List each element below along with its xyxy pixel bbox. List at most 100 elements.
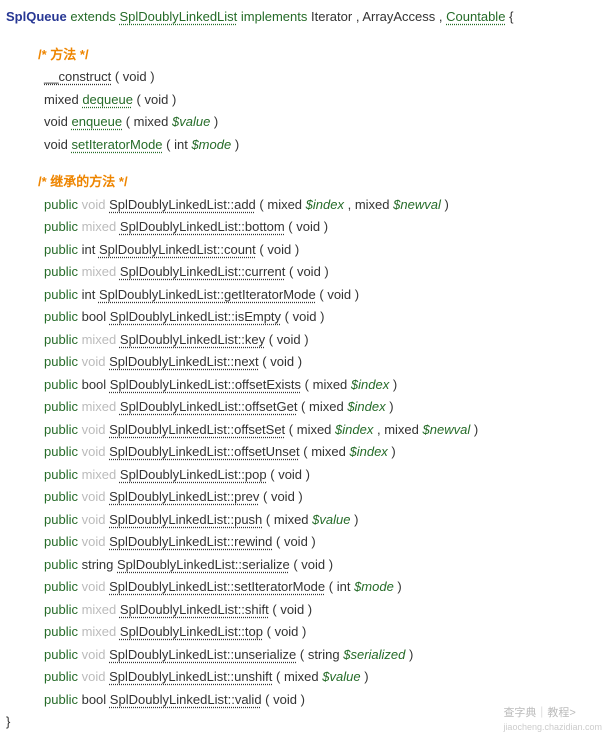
method-link[interactable]: SplDoublyLinkedList::current bbox=[120, 264, 285, 279]
method-params: ( void ) bbox=[256, 242, 299, 257]
class-name: SplQueue bbox=[6, 9, 67, 24]
method-params: ( void ) bbox=[267, 467, 310, 482]
visibility-keyword: public bbox=[44, 534, 78, 549]
methods-comment: /* 方法 */ bbox=[6, 45, 602, 65]
watermark: 查字典｜教程> jiaocheng.chazidian.com bbox=[503, 705, 602, 735]
inherited-method-row: public void SplDoublyLinkedList::offsetU… bbox=[6, 442, 602, 462]
method-link[interactable]: SplDoublyLinkedList::offsetExists bbox=[110, 377, 301, 392]
open-brace: { bbox=[509, 9, 513, 24]
visibility-keyword: public bbox=[44, 399, 78, 414]
method-link[interactable]: SplDoublyLinkedList::pop bbox=[120, 467, 267, 482]
method-params: ( void ) bbox=[265, 332, 308, 347]
method-params: ( mixed $value ) bbox=[272, 669, 368, 684]
inherited-method-row: public void SplDoublyLinkedList::unseria… bbox=[6, 645, 602, 665]
interface-iterator: Iterator bbox=[311, 9, 352, 24]
method-link[interactable]: SplDoublyLinkedList::offsetGet bbox=[120, 399, 298, 414]
method-params: ( void ) bbox=[285, 264, 328, 279]
method-link[interactable]: SplDoublyLinkedList::key bbox=[120, 332, 265, 347]
method-row: void setIteratorMode ( int $mode ) bbox=[6, 135, 602, 155]
method-link[interactable]: SplDoublyLinkedList::offsetSet bbox=[109, 422, 285, 437]
method-link[interactable]: SplDoublyLinkedList::unserialize bbox=[109, 647, 296, 662]
method-params: ( void ) bbox=[259, 489, 302, 504]
visibility-keyword: public bbox=[44, 467, 78, 482]
extends-keyword: extends bbox=[70, 9, 116, 24]
close-brace: } bbox=[6, 714, 10, 729]
return-type: int bbox=[82, 242, 96, 257]
return-type: mixed bbox=[82, 264, 117, 279]
inherited-comment: /* 继承的方法 */ bbox=[6, 172, 602, 192]
return-type: mixed bbox=[44, 92, 79, 107]
method-params: ( mixed $value ) bbox=[122, 114, 218, 129]
method-link[interactable]: SplDoublyLinkedList::setIteratorMode bbox=[109, 579, 325, 594]
return-type: void bbox=[82, 647, 106, 662]
method-params: ( int $mode ) bbox=[325, 579, 402, 594]
method-link[interactable]: SplDoublyLinkedList::offsetUnset bbox=[109, 444, 300, 459]
method-params: ( void ) bbox=[263, 624, 306, 639]
class-declaration: SplQueue extends SplDoublyLinkedList imp… bbox=[6, 7, 602, 27]
return-type: string bbox=[82, 557, 114, 572]
inherited-method-row: public mixed SplDoublyLinkedList::bottom… bbox=[6, 217, 602, 237]
visibility-keyword: public bbox=[44, 197, 78, 212]
return-type: mixed bbox=[82, 467, 117, 482]
method-params: ( mixed $value ) bbox=[262, 512, 358, 527]
method-link[interactable]: __construct bbox=[44, 69, 111, 84]
method-link[interactable]: SplDoublyLinkedList::push bbox=[109, 512, 262, 527]
return-type: void bbox=[82, 534, 106, 549]
method-link[interactable]: SplDoublyLinkedList::valid bbox=[110, 692, 262, 707]
visibility-keyword: public bbox=[44, 647, 78, 662]
method-link[interactable]: SplDoublyLinkedList::rewind bbox=[109, 534, 272, 549]
return-type: void bbox=[82, 669, 106, 684]
method-link[interactable]: SplDoublyLinkedList::shift bbox=[120, 602, 269, 617]
method-row: __construct ( void ) bbox=[6, 67, 602, 87]
visibility-keyword: public bbox=[44, 692, 78, 707]
method-link[interactable]: SplDoublyLinkedList::bottom bbox=[120, 219, 285, 234]
interface-countable-link[interactable]: Countable bbox=[446, 9, 505, 24]
method-link[interactable]: SplDoublyLinkedList::next bbox=[109, 354, 259, 369]
visibility-keyword: public bbox=[44, 579, 78, 594]
method-params: ( mixed $index , mixed $newval ) bbox=[285, 422, 478, 437]
return-type: mixed bbox=[82, 219, 117, 234]
method-link[interactable]: dequeue bbox=[82, 92, 133, 107]
method-link[interactable]: SplDoublyLinkedList::unshift bbox=[109, 669, 272, 684]
parent-class-link[interactable]: SplDoublyLinkedList bbox=[119, 9, 237, 24]
method-params: ( mixed $index ) bbox=[301, 377, 397, 392]
method-params: ( mixed $index ) bbox=[300, 444, 396, 459]
return-type: void bbox=[82, 422, 106, 437]
method-link[interactable]: SplDoublyLinkedList::getIteratorMode bbox=[99, 287, 316, 302]
return-type: void bbox=[82, 489, 106, 504]
inherited-method-row: public void SplDoublyLinkedList::prev ( … bbox=[6, 487, 602, 507]
method-params: ( void ) bbox=[316, 287, 359, 302]
return-type: void bbox=[82, 197, 106, 212]
method-link[interactable]: SplDoublyLinkedList::serialize bbox=[117, 557, 290, 572]
method-params: ( void ) bbox=[290, 557, 333, 572]
method-link[interactable]: setIteratorMode bbox=[71, 137, 162, 152]
method-link[interactable]: SplDoublyLinkedList::add bbox=[109, 197, 256, 212]
return-type: bool bbox=[82, 377, 107, 392]
visibility-keyword: public bbox=[44, 377, 78, 392]
inherited-method-row: public void SplDoublyLinkedList::add ( m… bbox=[6, 195, 602, 215]
inherited-method-row: public int SplDoublyLinkedList::getItera… bbox=[6, 285, 602, 305]
visibility-keyword: public bbox=[44, 354, 78, 369]
method-row: void enqueue ( mixed $value ) bbox=[6, 112, 602, 132]
return-type: void bbox=[82, 512, 106, 527]
return-type: int bbox=[82, 287, 96, 302]
visibility-keyword: public bbox=[44, 489, 78, 504]
method-link[interactable]: SplDoublyLinkedList::count bbox=[99, 242, 256, 257]
methods-comment-text: /* 方法 */ bbox=[38, 47, 89, 62]
inherited-comment-text: /* 继承的方法 */ bbox=[38, 174, 128, 189]
method-params: ( int $mode ) bbox=[163, 137, 240, 152]
method-link[interactable]: SplDoublyLinkedList::prev bbox=[109, 489, 259, 504]
visibility-keyword: public bbox=[44, 444, 78, 459]
inherited-method-row: public void SplDoublyLinkedList::offsetS… bbox=[6, 420, 602, 440]
method-link[interactable]: enqueue bbox=[71, 114, 122, 129]
visibility-keyword: public bbox=[44, 624, 78, 639]
return-type: void bbox=[44, 137, 68, 152]
method-link[interactable]: SplDoublyLinkedList::isEmpty bbox=[110, 309, 281, 324]
visibility-keyword: public bbox=[44, 242, 78, 257]
return-type: mixed bbox=[82, 602, 117, 617]
return-type: void bbox=[82, 354, 106, 369]
inherited-method-row: public int SplDoublyLinkedList::count ( … bbox=[6, 240, 602, 260]
visibility-keyword: public bbox=[44, 669, 78, 684]
method-params: ( mixed $index ) bbox=[297, 399, 393, 414]
method-link[interactable]: SplDoublyLinkedList::top bbox=[120, 624, 263, 639]
